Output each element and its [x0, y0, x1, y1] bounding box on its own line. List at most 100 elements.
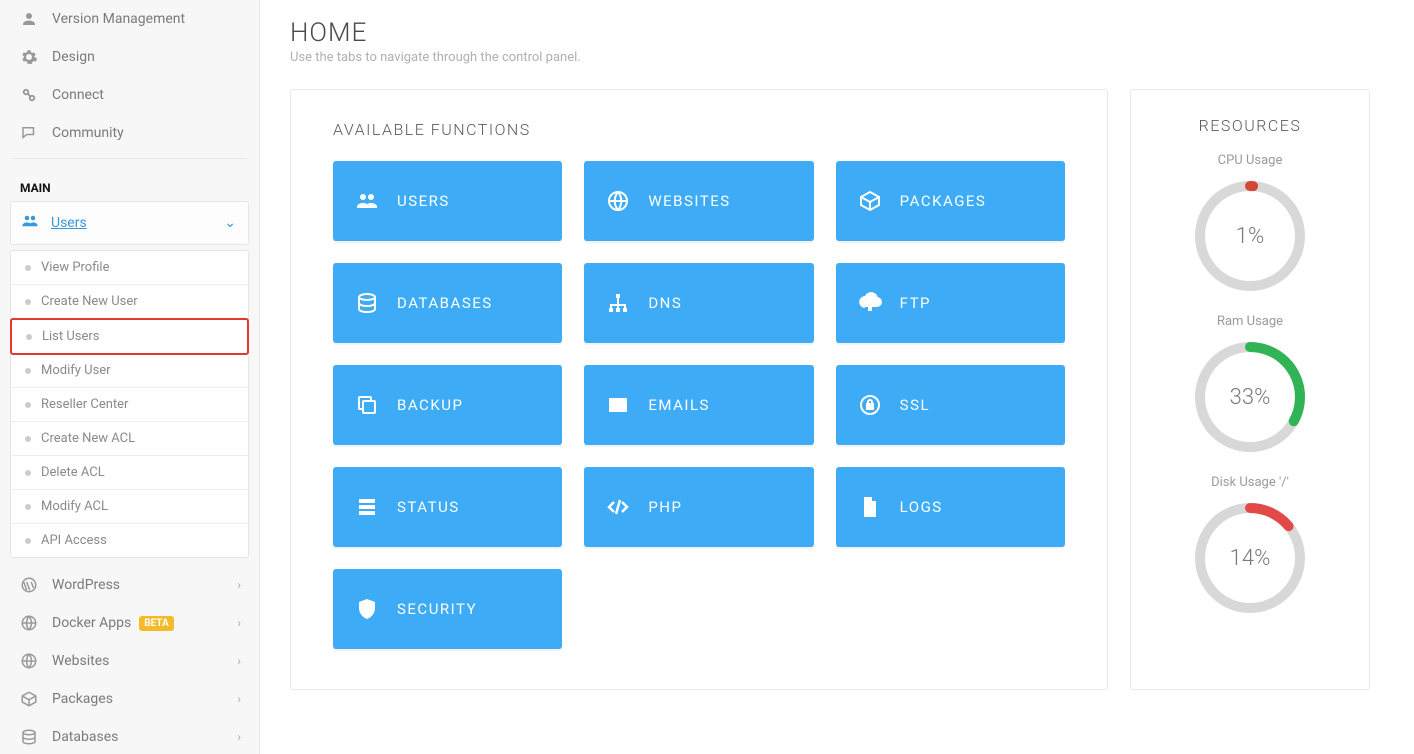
submenu-api-access[interactable]: API Access [11, 524, 248, 557]
submenu-label: View Profile [41, 260, 109, 275]
submenu-label: Delete ACL [41, 465, 105, 480]
submenu-label: API Access [41, 533, 107, 548]
gauge-disk-usage-: Disk Usage '/' 14% [1151, 475, 1349, 616]
envelope-icon [604, 393, 632, 417]
tile-php[interactable]: PHP [584, 467, 813, 547]
sidebar-item-users[interactable]: Users ⌄ [10, 201, 249, 245]
sidebar-item-label: Packages [52, 691, 113, 707]
tile-label: PACKAGES [900, 192, 987, 210]
page-subtitle: Use the tabs to navigate through the con… [290, 50, 1370, 65]
sidebar-item-connect[interactable]: Connect [0, 76, 259, 114]
tile-logs[interactable]: LOGS [836, 467, 1065, 547]
sidebar-item-wordpress[interactable]: WordPress › [0, 566, 259, 604]
submenu-create-new-user[interactable]: Create New User [11, 285, 248, 319]
gauge-ram-usage: Ram Usage 33% [1151, 314, 1349, 455]
sidebar-item-label: Websites [52, 653, 109, 669]
submenu-label: Reseller Center [41, 397, 128, 412]
globe-icon [18, 652, 40, 670]
submenu-list-users[interactable]: List Users [10, 318, 249, 355]
gauge-cpu-usage: CPU Usage1% [1151, 153, 1349, 294]
globe-icon [18, 614, 40, 632]
users-icon [21, 212, 43, 234]
available-functions-panel: AVAILABLE FUNCTIONS USERS WEBSITES PACKA… [290, 89, 1108, 690]
sidebar-item-label: WordPress [52, 577, 120, 593]
divider [12, 158, 247, 159]
gear-icon [18, 48, 40, 66]
sidebar-submenu-users: View Profile Create New User List Users … [10, 250, 249, 558]
lock-icon [856, 393, 884, 417]
tile-label: DATABASES [397, 294, 493, 312]
submenu-delete-acl[interactable]: Delete ACL [11, 456, 248, 490]
database-icon [353, 291, 381, 315]
sidebar-item-packages[interactable]: Packages › [0, 680, 259, 718]
tile-users[interactable]: USERS [333, 161, 562, 241]
box-icon [18, 690, 40, 708]
gauge-value: 33% [1192, 339, 1308, 455]
sidebar: Version Management Design Connect Commun… [0, 0, 260, 754]
tile-ftp[interactable]: FTP [836, 263, 1065, 343]
resources-heading: RESOURCES [1151, 116, 1349, 135]
chevron-right-icon: › [237, 578, 241, 592]
sidebar-item-label: Version Management [52, 11, 185, 27]
submenu-label: List Users [42, 329, 100, 344]
person-icon [18, 10, 40, 28]
tile-label: STATUS [397, 498, 460, 516]
tile-websites[interactable]: WEBSITES [584, 161, 813, 241]
tile-label: SSL [900, 396, 930, 414]
sidebar-item-label: Databases [52, 729, 118, 745]
resources-panel: RESOURCES CPU Usage1% Ram Usage 33% Disk Us… [1130, 89, 1370, 690]
tile-status[interactable]: STATUS [333, 467, 562, 547]
submenu-view-profile[interactable]: View Profile [11, 251, 248, 285]
globe-icon [604, 189, 632, 213]
sidebar-section-main: MAIN [0, 167, 259, 201]
box-icon [856, 189, 884, 213]
submenu-modify-acl[interactable]: Modify ACL [11, 490, 248, 524]
submenu-reseller-center[interactable]: Reseller Center [11, 388, 248, 422]
tile-packages[interactable]: PACKAGES [836, 161, 1065, 241]
sidebar-item-version-management[interactable]: Version Management [0, 0, 259, 38]
cloud-upload-icon [856, 291, 884, 315]
tile-security[interactable]: SECURITY [333, 569, 562, 649]
functions-heading: AVAILABLE FUNCTIONS [333, 120, 1065, 139]
gauge-title: Disk Usage '/' [1151, 475, 1349, 490]
sidebar-item-label: Users [51, 215, 87, 231]
gauge-title: CPU Usage [1151, 153, 1349, 168]
users-icon [353, 189, 381, 213]
database-icon [18, 728, 40, 746]
sidebar-item-databases[interactable]: Databases › [0, 718, 259, 754]
submenu-create-new-acl[interactable]: Create New ACL [11, 422, 248, 456]
tile-backup[interactable]: BACKUP [333, 365, 562, 445]
server-icon [353, 495, 381, 519]
gauge-ring: 33% [1192, 339, 1308, 455]
gauge-title: Ram Usage [1151, 314, 1349, 329]
tile-label: SECURITY [397, 600, 477, 618]
tile-label: USERS [397, 192, 450, 210]
sitemap-icon [604, 291, 632, 315]
sidebar-item-label: Docker Apps [52, 615, 131, 631]
tile-dns[interactable]: DNS [584, 263, 813, 343]
submenu-modify-user[interactable]: Modify User [11, 354, 248, 388]
code-icon [604, 495, 632, 519]
chevron-down-icon: ⌄ [224, 215, 236, 231]
tile-ssl[interactable]: SSL [836, 365, 1065, 445]
beta-badge: BETA [139, 616, 174, 631]
tile-databases[interactable]: DATABASES [333, 263, 562, 343]
wordpress-icon [18, 576, 40, 594]
sidebar-item-docker-apps[interactable]: Docker Apps BETA › [0, 604, 259, 642]
sidebar-item-design[interactable]: Design [0, 38, 259, 76]
sidebar-item-community[interactable]: Community [0, 114, 259, 152]
tile-label: BACKUP [397, 396, 463, 414]
submenu-label: Create New ACL [41, 431, 135, 446]
sidebar-item-websites[interactable]: Websites › [0, 642, 259, 680]
chat-icon [18, 124, 40, 142]
sidebar-item-label: Connect [52, 87, 104, 103]
gauge-value: 14% [1192, 500, 1308, 616]
shield-icon [353, 597, 381, 621]
link-icon [18, 86, 40, 104]
sidebar-item-label: Community [52, 125, 124, 141]
main-content: HOME Use the tabs to navigate through th… [260, 0, 1414, 754]
chevron-right-icon: › [237, 692, 241, 706]
tile-emails[interactable]: EMAILS [584, 365, 813, 445]
tile-label: EMAILS [648, 396, 710, 414]
chevron-right-icon: › [237, 616, 241, 630]
